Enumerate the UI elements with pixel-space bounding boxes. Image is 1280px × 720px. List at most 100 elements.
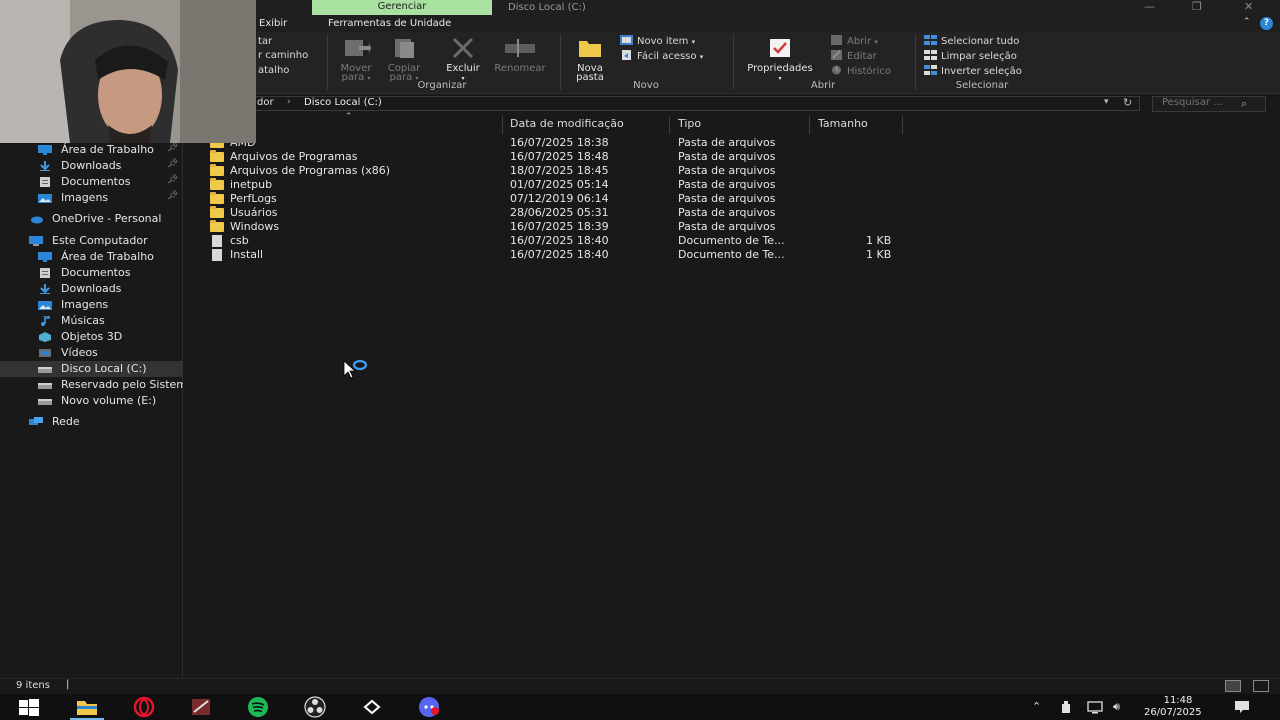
taskbar-file-explorer[interactable] [70, 696, 104, 720]
images-icon [38, 301, 52, 310]
history-button[interactable]: Histórico [830, 65, 891, 77]
quick-access-item[interactable]: Área de Trabalho 📌︎ [0, 142, 183, 158]
file-row[interactable]: Install 16/07/2025 18:40 Documento de Te..… [184, 248, 1280, 262]
folder-icon [210, 206, 224, 218]
nav-item-label: Imagens [61, 298, 109, 311]
file-row[interactable]: AMD16/07/2025 18:38Pasta de arquivos [184, 136, 1280, 150]
minimize-button[interactable]: — [1144, 0, 1155, 15]
details-view-icon[interactable] [1225, 680, 1241, 692]
new-item-button[interactable]: Novo item ▾ [620, 35, 695, 47]
busy-cursor-icon [343, 359, 368, 379]
file-row[interactable]: PerfLogs 07/12/2019 06:14 Pasta de arquivo… [184, 192, 1280, 206]
open-label: Abrir [847, 36, 872, 47]
help-icon[interactable]: ? [1260, 17, 1273, 30]
file-row[interactable]: csb 16/07/2025 18:40 Documento de Te... 1 K… [184, 234, 1280, 248]
maximize-button[interactable]: ❐ [1192, 0, 1202, 15]
clock-date[interactable]: 26/07/2025 [1144, 707, 1202, 718]
search-input[interactable] [1162, 97, 1242, 108]
quick-access-item[interactable]: Documentos 📌︎ [0, 174, 183, 190]
file-row[interactable]: Arquivos de Programas 16/07/2025 18:48 Pas… [184, 150, 1280, 164]
this-pc-item[interactable]: Novo volume (E:) [0, 393, 183, 409]
network-icon[interactable] [1087, 700, 1103, 714]
this-pc-item[interactable]: Vídeos [0, 345, 183, 361]
file-row[interactable]: Usuários 28/06/2025 05:31 Pasta de arquivo… [184, 206, 1280, 220]
notifications-icon[interactable] [1234, 700, 1250, 714]
copy-to-icon [395, 39, 414, 58]
nav-item-network[interactable]: Rede [0, 414, 183, 430]
tab-manage[interactable]: Gerenciar [312, 0, 492, 15]
webcam-overlay [0, 0, 256, 143]
drive-icon [38, 383, 52, 389]
folder-icon [210, 220, 224, 232]
file-row[interactable]: inetpub 01/07/2025 05:14 Pasta de arquivos [184, 178, 1280, 192]
opera-gx-icon[interactable] [133, 696, 155, 718]
copy-to-button[interactable]: Copiar para ▾ [382, 37, 426, 83]
status-bar [0, 678, 1280, 694]
column-header-size[interactable]: Tamanho [818, 117, 868, 130]
open-button[interactable]: Abrir ▾ [830, 35, 878, 47]
breadcrumb-this-pc[interactable]: dor [257, 97, 274, 108]
column-divider[interactable] [502, 116, 503, 134]
select-all-label: Selecionar tudo [941, 36, 1020, 47]
windows-start-icon[interactable] [18, 696, 40, 718]
select-all-button[interactable]: Selecionar tudo [924, 35, 1019, 47]
search-icon[interactable]: ⌕ [1241, 97, 1247, 111]
this-pc-item[interactable]: Documentos [0, 265, 183, 281]
delete-button[interactable]: Excluir ▾ [440, 37, 486, 83]
column-divider[interactable] [669, 116, 670, 134]
file-name: Arquivos de Programas [230, 150, 358, 163]
quick-access-item[interactable]: Downloads 📌︎ [0, 158, 183, 174]
file-row[interactable]: Windows 16/07/2025 18:39 Pasta de arquivos [184, 220, 1280, 234]
invert-selection-button[interactable]: Inverter seleção [924, 65, 1022, 77]
nav-item-label: Downloads [61, 159, 122, 172]
capcut-icon[interactable] [361, 696, 383, 718]
this-pc-item[interactable]: Downloads [0, 281, 183, 297]
spotify-icon[interactable] [247, 696, 269, 718]
this-pc-item[interactable]: Imagens [0, 297, 183, 313]
address-history-chevron-icon[interactable]: ▾ [1104, 97, 1109, 107]
edit-button[interactable]: Editar [830, 50, 877, 62]
new-folder-button[interactable]: Nova pasta [568, 37, 612, 83]
breadcrumb-separator-icon[interactable]: › [287, 97, 291, 107]
large-icons-view-icon[interactable] [1253, 680, 1269, 692]
discord-icon[interactable] [418, 696, 440, 718]
collapse-ribbon-icon[interactable]: ⌃ [1243, 17, 1251, 27]
column-header-type[interactable]: Tipo [678, 117, 701, 130]
quick-access-item[interactable]: Imagens 📌︎ [0, 190, 183, 206]
breadcrumb-current[interactable]: Disco Local (C:) [304, 97, 382, 108]
properties-button[interactable]: Propriedades ▾ [740, 37, 820, 83]
rename-button[interactable]: Renomear [490, 37, 550, 74]
column-divider[interactable] [809, 116, 810, 134]
show-hidden-icons-chevron-icon[interactable]: ⌃ [1032, 700, 1041, 713]
easy-access-button[interactable]: Fácil acesso ▾ [620, 50, 703, 62]
file-row[interactable]: Arquivos de Programas (x86) 18/07/2025 18… [184, 164, 1280, 178]
column-divider[interactable] [902, 116, 903, 134]
volume-icon[interactable]: 🔊︎ [1113, 700, 1120, 714]
column-header-modified[interactable]: Data de modificação [510, 117, 624, 130]
nav-item-this-pc[interactable]: Este Computador [0, 233, 183, 249]
copy-path-partial-label[interactable]: r caminho [258, 50, 308, 61]
close-button[interactable]: ✕ [1244, 0, 1253, 15]
tab-view[interactable]: Exibir [259, 15, 287, 32]
this-pc-item[interactable]: Área de Trabalho [0, 249, 183, 265]
refresh-icon[interactable]: ↻ [1123, 96, 1132, 109]
ribbon-separator [915, 34, 916, 90]
folder-icon [210, 164, 224, 176]
paste-shortcut-partial-label[interactable]: atalho [258, 65, 289, 76]
usb-drive-icon[interactable] [1060, 700, 1072, 714]
nav-item-onedrive[interactable]: OneDrive - Personal [0, 211, 183, 227]
new-item-icon [620, 35, 633, 45]
this-pc-item[interactable]: Disco Local (C:) [0, 361, 183, 377]
obs-icon[interactable] [304, 696, 326, 718]
move-to-button[interactable]: Mover para ▾ [334, 37, 378, 83]
this-pc-item[interactable]: Reservado pelo Sistema [0, 377, 183, 393]
paste-partial-label[interactable]: tar [258, 36, 272, 47]
this-pc-item[interactable]: Objetos 3D [0, 329, 183, 345]
file-type: Pasta de arquivos [678, 178, 776, 191]
organize-group-label: Organizar [417, 80, 467, 91]
game-launcher-icon[interactable] [190, 696, 212, 718]
tab-drive-tools[interactable]: Ferramentas de Unidade [328, 15, 451, 32]
this-pc-item[interactable]: Músicas [0, 313, 183, 329]
select-none-button[interactable]: Limpar seleção [924, 50, 1017, 62]
clock-time[interactable]: 11:48 [1160, 695, 1196, 706]
